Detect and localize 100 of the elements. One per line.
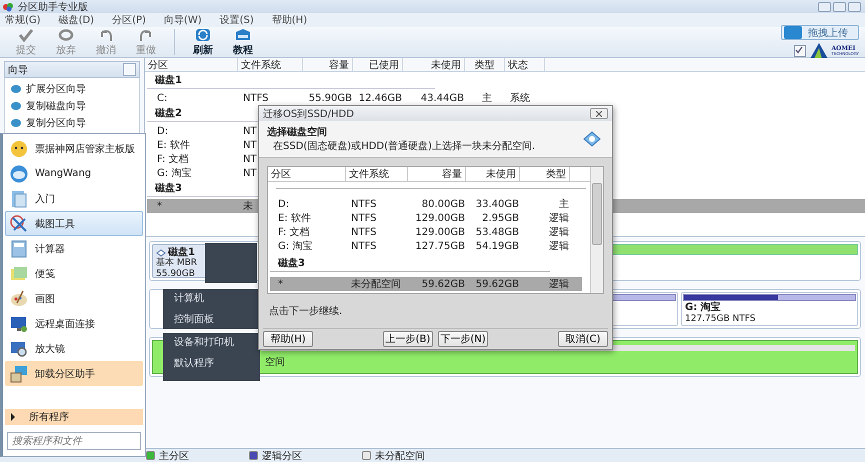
disk-group-label: 磁盘3	[270, 255, 550, 272]
table-cell-text: 未	[242, 200, 254, 213]
list-row[interactable]: F: 文档 NTFS 129.00GB 53.48GB 逻辑	[270, 225, 582, 239]
dialog-button[interactable]: 帮助(H)	[263, 331, 313, 347]
start-menu-item[interactable]: WangWang	[5, 161, 143, 186]
column-header[interactable]: 文件系统	[238, 58, 303, 71]
toolbar-button[interactable]: 刷新	[183, 28, 223, 56]
table-cell-text: 59.62GB	[474, 278, 520, 290]
column-header[interactable]: 容量	[303, 58, 353, 71]
column-header[interactable]: 已使用	[353, 58, 403, 71]
table-cell-text: NTFS	[242, 92, 270, 104]
list-row[interactable]: E: 软件 NTFS 129.00GB 2.95GB 逻辑	[270, 211, 582, 225]
column-header[interactable]: 类型	[465, 58, 505, 71]
table-cell-text: 129.00GB	[414, 212, 466, 224]
legend-label: 主分区	[159, 450, 189, 462]
book-icon	[235, 28, 251, 42]
menu-item[interactable]: 设置(S)	[220, 13, 254, 27]
calculator-icon	[9, 238, 29, 258]
table-cell-text: 43.44GB	[420, 92, 465, 104]
table-cell-text: E: 软件	[156, 139, 191, 152]
start-menu-item[interactable]: 计算器	[5, 236, 143, 261]
start-menu-link[interactable]: 计算机	[174, 293, 260, 305]
upload-button[interactable]: 拖拽上传	[781, 25, 859, 40]
chat-bubble-icon	[9, 164, 29, 184]
collapse-button[interactable]	[123, 63, 136, 76]
dialog-button[interactable]: 下一步(N)	[438, 331, 488, 347]
start-menu-item[interactable]: 票据神网店管家主板版	[5, 136, 143, 161]
column-header[interactable]: 容量	[408, 167, 466, 181]
partition-label: 空间	[265, 356, 286, 369]
wizard-link[interactable]: 复制分区向导	[26, 116, 86, 130]
wizard-link[interactable]: 复制磁盘向导	[26, 99, 86, 113]
list-row[interactable]: D: NTFS 80.00GB 33.40GB 主	[270, 197, 582, 211]
start-menu-link[interactable]: 设备和打印机	[174, 337, 260, 349]
minimize-button[interactable]	[818, 2, 831, 12]
table-cell-text: 129.00GB	[414, 226, 466, 238]
column-header[interactable]: 类型	[520, 167, 570, 181]
start-menu-item[interactable]: 卸载分区助手	[5, 361, 143, 386]
palette-icon	[9, 288, 29, 308]
menu-item[interactable]: 向导(W)	[164, 13, 202, 27]
dialog-button[interactable]: 上一步(B)	[383, 331, 433, 347]
disk-group-label: 磁盘1	[147, 72, 435, 89]
start-menu-item[interactable]: 放大镜	[5, 336, 143, 361]
checkbox[interactable]	[794, 45, 806, 57]
list-row[interactable]: * 未分配空间 59.62GB 59.62GB 逻辑	[270, 277, 582, 291]
menu-item[interactable]: 磁盘(D)	[58, 13, 94, 27]
partition-label: G: 淘宝	[684, 302, 722, 313]
table-cell-text: 逻辑	[548, 240, 570, 253]
disk-name: 磁盘1	[168, 247, 195, 258]
legend-label: 逻辑分区	[262, 450, 302, 462]
checkmark-icon	[18, 28, 34, 42]
table-cell-text: NT	[242, 126, 258, 136]
column-header[interactable]: 状态	[505, 58, 545, 71]
scrollbar[interactable]	[590, 167, 603, 293]
start-menu-link[interactable]: 控制面板	[174, 314, 260, 326]
close-button[interactable]	[590, 108, 608, 119]
table-cell-text: NT	[242, 140, 258, 150]
table-cell-text: 80.00GB	[420, 198, 466, 210]
toolbar-button[interactable]: 教程	[223, 28, 263, 56]
dialog-button[interactable]: 取消(C)	[558, 331, 608, 347]
table-cell-text: NTFS	[350, 240, 378, 252]
restore-button[interactable]	[833, 2, 846, 12]
start-menu-link[interactable]: 默认程序	[174, 358, 260, 370]
menu-item[interactable]: 帮助(H)	[272, 13, 308, 27]
start-menu-item[interactable]: 入门	[5, 186, 143, 211]
start-menu-item[interactable]: 远程桌面连接	[5, 311, 143, 336]
table-cell-text: G: 淘宝	[277, 240, 314, 253]
wizard-link[interactable]: 扩展分区向导	[26, 82, 86, 96]
undo-icon	[98, 28, 114, 42]
table-cell-text: 主	[481, 92, 493, 105]
window-title: 分区助手专业版	[18, 0, 89, 14]
column-header[interactable]: 未使用	[466, 167, 520, 181]
column-header[interactable]: 文件系统	[346, 167, 408, 181]
table-cell-text: 未分配空间	[350, 278, 402, 291]
hint-text: 点击下一步继续.	[263, 294, 608, 329]
menu-item[interactable]: 常规(G)	[5, 13, 41, 27]
table-cell-text: 55.90GB	[308, 92, 353, 104]
start-menu-item[interactable]: 画图	[5, 286, 143, 311]
column-header[interactable]: 分区	[268, 167, 346, 181]
table-cell-text: NTFS	[350, 226, 378, 238]
menu-item[interactable]: 分区(P)	[112, 13, 146, 27]
dialog-title: 迁移OS到SSD/HDD	[263, 108, 354, 120]
redo-icon	[138, 28, 154, 42]
column-header[interactable]: 分区	[145, 58, 238, 71]
table-cell-text: 系统	[509, 92, 531, 105]
close-icon	[596, 110, 602, 116]
table-cell-text: 59.62GB	[420, 278, 466, 290]
start-menu-item[interactable]: 便笺	[5, 261, 143, 286]
list-row[interactable]: G: 淘宝 NTFS 127.75GB 54.19GB 逻辑	[270, 239, 582, 253]
table-cell-text: 53.48GB	[474, 226, 520, 238]
table-cell-text: C:	[156, 92, 168, 104]
column-header[interactable]: 未使用	[403, 58, 465, 71]
disk-type: 基本 MBR	[156, 258, 198, 269]
disk-size: 55.90GB	[156, 269, 196, 280]
table-cell-text: D:	[156, 126, 170, 136]
all-programs-button[interactable]: 所有程序	[5, 409, 143, 425]
table-row[interactable]: C: NTFS 55.90GB 12.46GB 43.44GB 主 系统	[147, 91, 865, 105]
start-menu-item[interactable]: 截图工具	[5, 211, 143, 236]
checkmark-icon	[794, 46, 802, 54]
table-cell-text: 逻辑	[548, 278, 570, 291]
search-field[interactable]: 搜索程序和文件	[7, 432, 141, 450]
